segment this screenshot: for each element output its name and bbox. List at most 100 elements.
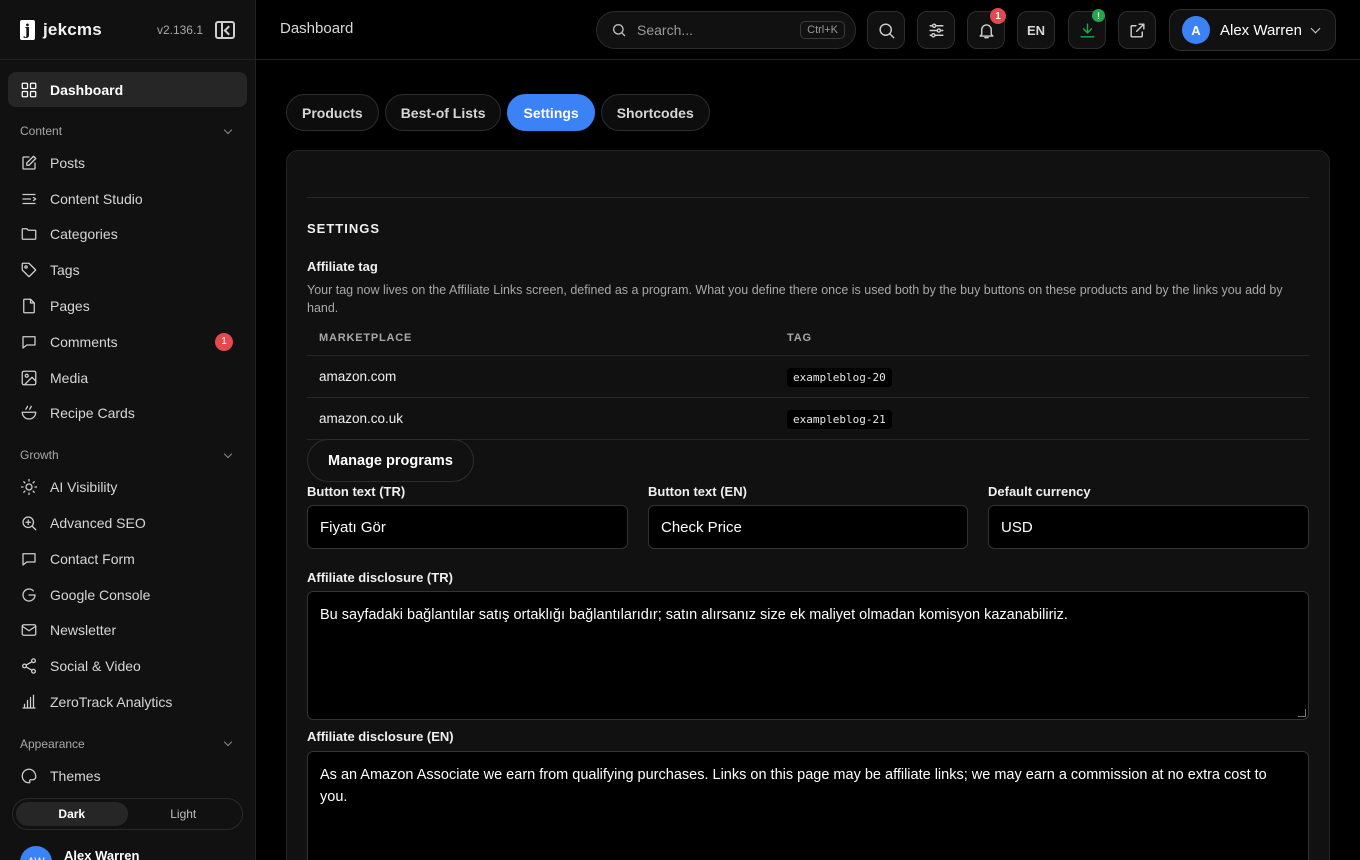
collapse-sidebar-icon[interactable] <box>215 20 235 39</box>
user-menu[interactable]: A Alex Warren <box>1169 9 1336 51</box>
theme-light-option[interactable]: Light <box>128 802 240 826</box>
sidebar-item-social-video[interactable]: Social & Video <box>8 648 247 684</box>
sidebar-item-label: Social & Video <box>50 658 141 675</box>
app-version: v2.136.1 <box>156 22 203 37</box>
search-button[interactable] <box>867 11 905 49</box>
sidebar-item-contact-form[interactable]: Contact Form <box>8 541 247 577</box>
sliders-icon <box>928 22 944 38</box>
tab-bar: Products Best-of Lists Settings Shortcod… <box>286 94 710 131</box>
sidebar-item-label: Tags <box>50 262 80 279</box>
search-shortcut: Ctrl+K <box>800 21 845 39</box>
tab-best-of-lists[interactable]: Best-of Lists <box>384 94 502 131</box>
sidebar-item-advanced-seo[interactable]: Advanced SEO <box>8 505 247 541</box>
sidebar-item-google-console[interactable]: Google Console <box>8 577 247 613</box>
button-text-en-label: Button text (EN) <box>648 484 747 499</box>
button-text-tr-field[interactable]: Fiyatı Gör <box>307 505 628 549</box>
comment-icon <box>20 333 38 351</box>
manage-programs-button[interactable]: Manage programs <box>307 439 474 482</box>
sidebar-user[interactable]: AW Alex Warren <box>20 846 139 860</box>
section-content-header[interactable]: Content <box>8 117 247 145</box>
mail-icon <box>20 621 38 639</box>
sidebar-item-tags[interactable]: Tags <box>8 252 247 288</box>
avatar: A <box>1182 16 1210 44</box>
section-title: Content <box>20 124 63 138</box>
notification-badge: 1 <box>990 8 1006 24</box>
file-icon <box>20 297 38 315</box>
jekcms-logo-icon: j <box>20 19 35 40</box>
grid-icon <box>20 81 38 99</box>
sidebar-item-pages[interactable]: Pages <box>8 288 247 324</box>
sidebar-item-zerotrack-analytics[interactable]: ZeroTrack Analytics <box>8 684 247 720</box>
sidebar-item-posts[interactable]: Posts <box>8 145 247 181</box>
open-site-button[interactable] <box>1118 11 1156 49</box>
marketplace-table: MARKETPLACE TAG amazon.com exampleblog-2… <box>307 321 1309 440</box>
sidebar-item-label: Recipe Cards <box>50 405 135 422</box>
section-appearance-header[interactable]: Appearance <box>8 730 247 758</box>
topbar: Dashboard Search... Ctrl+K 1 EN ! A Alex… <box>256 0 1360 60</box>
default-currency-field[interactable]: USD <box>988 505 1309 549</box>
disclosure-en-textarea[interactable]: As an Amazon Associate we earn from qual… <box>307 751 1309 860</box>
language-button[interactable]: EN <box>1017 11 1055 49</box>
section-title: Appearance <box>20 736 85 751</box>
user-name: Alex Warren <box>1220 21 1302 39</box>
chevron-down-icon <box>223 738 233 747</box>
sidebar-item-categories[interactable]: Categories <box>8 217 247 253</box>
sidebar-item-dashboard[interactable]: Dashboard <box>8 72 247 107</box>
sidebar-item-themes[interactable]: Themes <box>8 758 247 794</box>
filters-button[interactable] <box>917 11 955 49</box>
section-title: Growth <box>20 448 59 463</box>
sun-icon <box>20 478 38 496</box>
tab-shortcodes[interactable]: Shortcodes <box>600 94 710 131</box>
theme-dark-option[interactable]: Dark <box>16 802 128 826</box>
chevron-down-icon <box>223 125 233 134</box>
chevron-down-icon <box>1310 23 1321 33</box>
disclosure-tr-label: Affiliate disclosure (TR) <box>307 570 453 585</box>
sidebar-item-label: Themes <box>50 767 101 784</box>
sidebar-item-comments[interactable]: Comments 1 <box>8 324 247 360</box>
image-icon <box>20 369 38 387</box>
folder-icon <box>20 225 38 243</box>
zoom-in-icon <box>20 514 38 532</box>
search-icon <box>613 24 626 37</box>
tab-settings[interactable]: Settings <box>507 94 595 131</box>
resize-handle-icon[interactable] <box>1298 709 1306 717</box>
sidebar-item-label: Media <box>50 369 89 386</box>
column-tag: TAG <box>787 332 812 344</box>
marketplace-cell: amazon.co.uk <box>319 411 404 426</box>
column-marketplace: MARKETPLACE <box>319 332 413 344</box>
comments-count-badge: 1 <box>215 332 233 351</box>
tag-cell: exampleblog-21 <box>787 410 892 429</box>
sidebar-item-recipe-cards[interactable]: Recipe Cards <box>8 396 247 432</box>
sidebar-item-label: Contact Form <box>50 550 135 567</box>
affiliate-tag-label: Affiliate tag <box>307 259 378 274</box>
google-icon <box>20 586 38 604</box>
sidebar: j jekcms v2.136.1 Dashboard Content Post… <box>0 0 256 860</box>
disclosure-tr-textarea[interactable]: Bu sayfadaki bağlantılar satış ortaklığı… <box>307 591 1309 720</box>
sidebar-item-newsletter[interactable]: Newsletter <box>8 613 247 649</box>
default-currency-label: Default currency <box>988 484 1091 499</box>
download-button[interactable]: ! <box>1068 9 1106 49</box>
palette-icon <box>20 767 38 785</box>
bar-chart-icon <box>20 693 38 711</box>
divider <box>307 197 1309 198</box>
sidebar-user-name: Alex Warren <box>64 848 140 860</box>
sidebar-item-content-studio[interactable]: Content Studio <box>8 181 247 217</box>
search-icon <box>878 22 894 38</box>
sidebar-item-media[interactable]: Media <box>8 360 247 396</box>
sidebar-nav: Dashboard Content Posts Content Studio C… <box>0 60 255 794</box>
sidebar-item-ai-visibility[interactable]: AI Visibility <box>8 469 247 505</box>
sidebar-item-label: AI Visibility <box>50 479 118 496</box>
affiliate-tag-help: Your tag now lives on the Affiliate Link… <box>307 283 1283 315</box>
app-name: jekcms <box>43 19 102 39</box>
tag-cell: exampleblog-20 <box>787 368 892 387</box>
button-text-en-field[interactable]: Check Price <box>648 505 968 549</box>
notifications-button[interactable]: 1 <box>967 8 1006 49</box>
disclosure-en-label: Affiliate disclosure (EN) <box>307 729 454 744</box>
section-growth-header[interactable]: Growth <box>8 441 247 469</box>
sidebar-item-label: Categories <box>50 226 118 243</box>
sidebar-item-label: Dashboard <box>50 81 124 98</box>
search-input[interactable]: Search... Ctrl+K <box>596 11 856 49</box>
edit-icon <box>20 154 38 172</box>
tab-products[interactable]: Products <box>286 94 379 131</box>
download-badge: ! <box>1092 9 1105 22</box>
